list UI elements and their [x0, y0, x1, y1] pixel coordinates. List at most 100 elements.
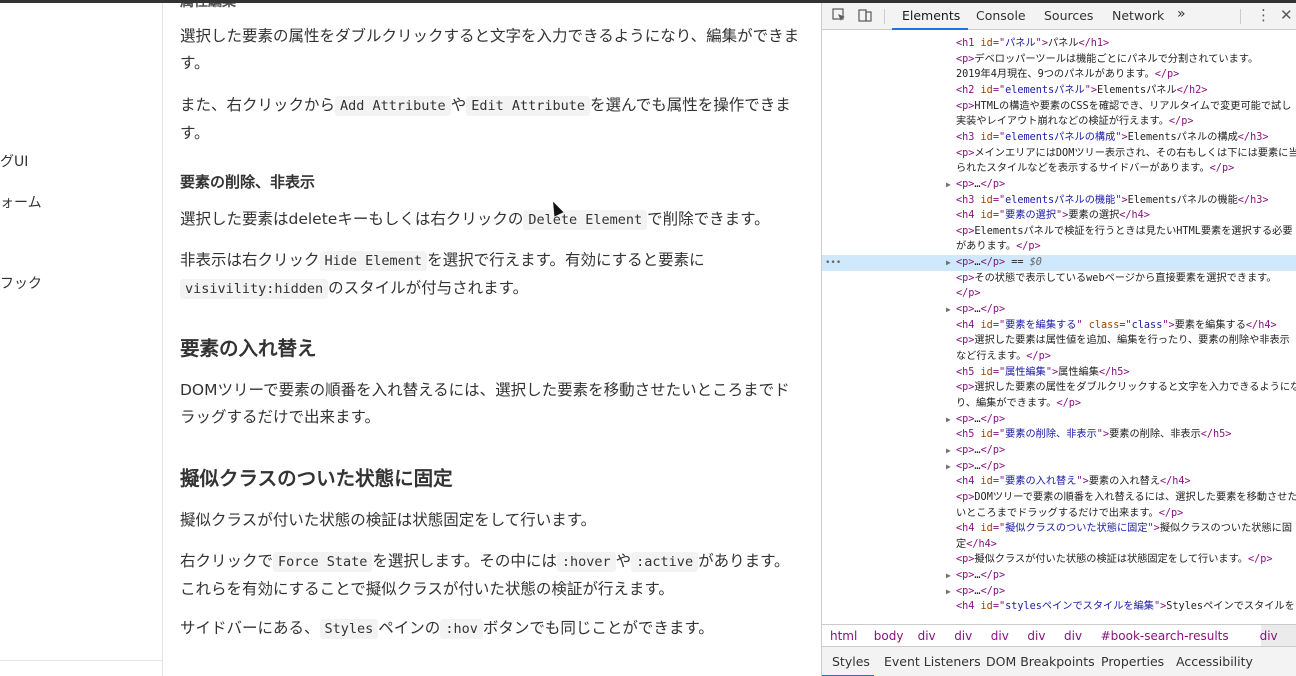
sidebar-subtabs: Styles Event Listeners DOM Breakpoints P…	[822, 646, 1296, 676]
dom-node[interactable]: <h4 id="要素の選択">要素の選択</h4>	[822, 208, 1296, 224]
breadcrumb-item[interactable]: div	[1260, 629, 1278, 643]
device-toolbar-icon[interactable]	[858, 8, 872, 26]
expand-triangle-icon[interactable]: ▶	[946, 443, 951, 459]
dom-node[interactable]: など行えます。</p>	[822, 349, 1296, 365]
devtools-panel: Elements Console Sources Network » ⋮ ✕ <…	[821, 3, 1296, 676]
inspect-element-icon[interactable]	[832, 8, 846, 26]
sidebar-item[interactable]: グUI	[0, 151, 28, 171]
paragraph: また、右クリックから Add Attribute や Edit Attribute を選…	[180, 96, 791, 142]
expand-triangle-icon[interactable]: ▶	[946, 412, 951, 428]
dom-node[interactable]: <p>HTMLの構造や要素のCSSを確認でき、リアルタイムで変更可能で試し	[822, 99, 1296, 115]
dom-node[interactable]: 実装やレイアウト崩れなどの検証が行えます。</p>	[822, 114, 1296, 130]
code-hover: :hover	[556, 552, 616, 572]
code-delete-element: Delete Element	[523, 210, 648, 230]
code-hide-element: Hide Element	[319, 251, 428, 271]
breadcrumb-item[interactable]: div	[991, 629, 1009, 643]
paragraph: 擬似クラスが付いた状態の検証は状態固定をして行います。	[180, 511, 597, 529]
dom-node[interactable]: <p>選択した要素の属性をダブルクリックすると文字を入力できるようにな	[822, 380, 1296, 396]
sidebar-item[interactable]: フック	[0, 273, 42, 293]
dom-node[interactable]: いところまでドラッグするだけで出来ます。</p>	[822, 506, 1296, 522]
dom-node[interactable]: <h4 id="要素を編集する" class="class">要素を編集する</…	[822, 318, 1296, 334]
dom-tree[interactable]: <h1 id="パネル">パネル</h1> <p>デベロッパーツールは機能ごとにパ…	[822, 32, 1296, 624]
active-tab-indicator	[892, 28, 968, 30]
toolbar-separator	[1240, 9, 1241, 24]
dom-node[interactable]: ▶ <p>…</p>	[822, 302, 1296, 318]
dom-node[interactable]: <h3 id="elementsパネルの機能">Elementsパネルの機能</…	[822, 193, 1296, 209]
subtab-accessibility[interactable]: Accessibility	[1176, 654, 1253, 669]
dom-node[interactable]: ▶ <p>…</p>	[822, 443, 1296, 459]
dom-node[interactable]: ▶ <p>…</p>	[822, 177, 1296, 193]
subtab-event-listeners[interactable]: Event Listeners	[884, 654, 981, 669]
paragraph: 非表示は右クリック Hide Element を選択で行えます。有効にすると要素にv…	[180, 251, 705, 299]
dom-node[interactable]: ▶ <p>…</p>	[822, 568, 1296, 584]
dom-node[interactable]: ▶ <p>…</p>	[822, 412, 1296, 428]
sidebar-item[interactable]: ォーム	[0, 192, 42, 212]
breadcrumb-item[interactable]: body	[874, 629, 904, 643]
code-add-attribute: Add Attribute	[335, 96, 451, 116]
dom-node-selected[interactable]: ▶ ••• <p>…</p> == $0	[822, 255, 1296, 272]
dom-node[interactable]: <p>選択した要素は属性値を追加、編集を行ったり、要素の削除や非表示	[822, 333, 1296, 349]
dom-node[interactable]: り、編集ができます。</p>	[822, 396, 1296, 412]
breadcrumb-item[interactable]: div	[1064, 629, 1082, 643]
expand-triangle-icon[interactable]: ▶	[946, 302, 951, 318]
code-edit-attribute: Edit Attribute	[466, 96, 590, 116]
breadcrumb-item[interactable]: #book-search-results	[1101, 629, 1229, 643]
dom-node[interactable]: <h4 id="要素の入れ替え">要素の入れ替え</h4>	[822, 474, 1296, 490]
code-hov: :hov	[440, 619, 483, 639]
expand-triangle-icon[interactable]: ▶	[946, 568, 951, 584]
expand-triangle-icon[interactable]: ▶	[946, 177, 951, 193]
tab-console[interactable]: Console	[976, 8, 1026, 23]
kebab-menu-icon[interactable]: ⋮	[1256, 6, 1271, 24]
dom-node[interactable]: られたスタイルなどを表示するサイドバーがあります。</p>	[822, 161, 1296, 177]
cut-heading: 属性編集	[180, 3, 236, 11]
breadcrumb-item[interactable]: div	[918, 629, 936, 643]
tab-elements[interactable]: Elements	[902, 8, 960, 23]
dom-node[interactable]: <h5 id="属性編集">属性編集</h5>	[822, 365, 1296, 381]
paragraph: 選択した要素はdeleteキーもしくは右クリックの Delete Element で…	[180, 210, 770, 230]
heading-swap-elements: 要素の入れ替え	[180, 337, 317, 360]
heading-pseudo-class: 擬似クラスのついた状態に固定	[180, 467, 453, 490]
dom-node[interactable]: <p>メインエリアにはDOMツリー表示され、その右もしくは下には要素に当て	[822, 146, 1296, 162]
dom-node[interactable]: があります。</p>	[822, 239, 1296, 255]
node-options-icon[interactable]: •••	[825, 255, 841, 271]
book-sidebar: グUI ォーム フック	[0, 3, 163, 676]
code-styles: Styles	[319, 619, 379, 639]
dom-node[interactable]: <h4 id="擬似クラスのついた状態に固定">擬似クラスのついた状態に固	[822, 521, 1296, 537]
subtab-properties[interactable]: Properties	[1101, 654, 1164, 669]
expand-triangle-icon[interactable]: ▶	[946, 459, 951, 475]
dom-node[interactable]: <p>擬似クラスが付いた状態の検証は状態固定をして行います。</p>	[822, 552, 1296, 568]
dom-node[interactable]: <h4 id="stylesペインでスタイルを編集">Stylesペインでスタイ…	[822, 599, 1296, 615]
dom-node[interactable]: <p>その状態で表示しているwebページから直接要素を選択できます。	[822, 271, 1296, 287]
devtools-toolbar: Elements Console Sources Network » ⋮ ✕	[822, 3, 1296, 30]
dom-node[interactable]: <p>DOMツリーで要素の順番を入れ替えるには、選択した要素を移動させた	[822, 490, 1296, 506]
heading-delete-hide: 要素の削除、非表示	[180, 173, 316, 191]
dom-node[interactable]: <h1 id="パネル">パネル</h1>	[822, 36, 1296, 52]
breadcrumb: html body div div div div div #book-search-resu…	[822, 624, 1296, 646]
expand-triangle-icon[interactable]: ▶	[946, 584, 951, 600]
expand-triangle-icon[interactable]: ▶	[946, 255, 951, 271]
breadcrumb-item[interactable]: html	[830, 629, 857, 643]
more-tabs-icon[interactable]: »	[1177, 6, 1186, 22]
paragraph: DOMツリーで要素の順番を入れ替えるには、選択した要素を移動させたいところまでド…	[180, 381, 790, 426]
code-visibility-hidden: visivility:hidden	[180, 279, 329, 299]
paragraph: 選択した要素の属性をダブルクリックすると文字を入力できるようになり、編集ができま…	[180, 27, 800, 72]
breadcrumb-item[interactable]: div	[954, 629, 972, 643]
subtab-styles[interactable]: Styles	[832, 654, 870, 669]
code-active: :active	[631, 552, 699, 572]
dom-node[interactable]: ▶ <p>…</p>	[822, 459, 1296, 475]
dom-node[interactable]: ▶ <p>…</p>	[822, 584, 1296, 600]
dom-node[interactable]: 定</h4>	[822, 537, 1296, 553]
dom-node[interactable]: <h5 id="要素の削除、非表示">要素の削除、非表示</h5>	[822, 427, 1296, 443]
dom-node[interactable]: 2019年4月現在、9つのパネルがあります。</p>	[822, 67, 1296, 83]
sidebar-divider	[0, 660, 162, 661]
dom-node[interactable]: <h2 id="elementsパネル">Elementsパネル</h2>	[822, 83, 1296, 99]
breadcrumb-item[interactable]: div	[1027, 629, 1045, 643]
dom-node[interactable]: <p>デベロッパーツールは機能ごとにパネルで分割されています。	[822, 52, 1296, 68]
close-icon[interactable]: ✕	[1280, 6, 1293, 24]
tab-sources[interactable]: Sources	[1044, 8, 1093, 23]
subtab-dom-breakpoints[interactable]: DOM Breakpoints	[986, 654, 1095, 669]
tab-network[interactable]: Network	[1112, 8, 1164, 23]
dom-node[interactable]: </p>	[822, 286, 1296, 302]
dom-node[interactable]: <h3 id="elementsパネルの構成">Elementsパネルの構成</…	[822, 130, 1296, 146]
dom-node[interactable]: <p>Elementsパネルで検証を行うときは見たいHTML要素を選択する必要	[822, 224, 1296, 240]
